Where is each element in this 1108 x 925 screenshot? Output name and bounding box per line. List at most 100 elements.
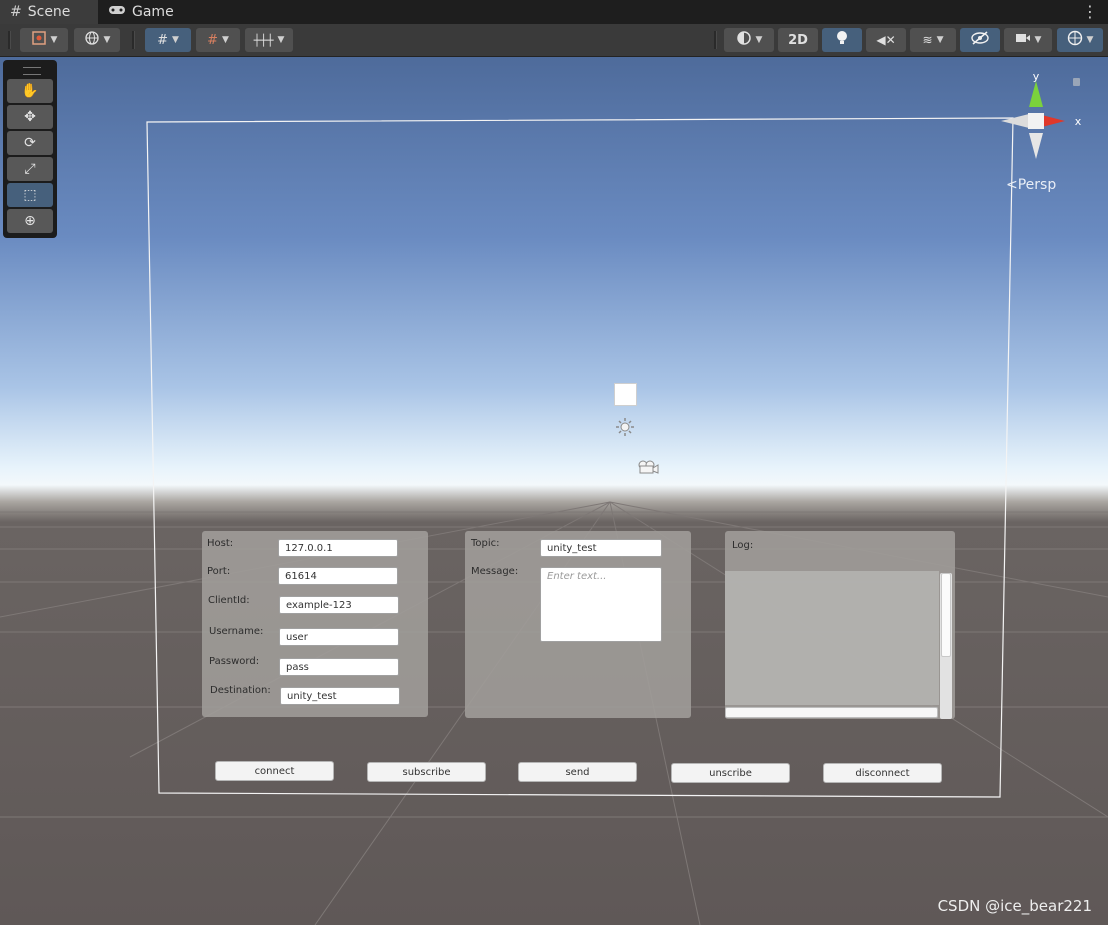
- audio-toggle[interactable]: ◀✕: [866, 28, 906, 52]
- shading-mode-dropdown[interactable]: ▼: [724, 28, 774, 52]
- tab-game-label: Game: [132, 4, 174, 20]
- scene-viewport[interactable]: Host: 127.0.0.1 Port: 61614 ClientId: ex…: [0, 57, 1108, 925]
- gizmos-dropdown[interactable]: ▼: [1057, 28, 1103, 52]
- draw-mode-icon: [31, 30, 47, 50]
- host-input[interactable]: 127.0.0.1: [278, 539, 398, 557]
- svg-text:x: x: [1075, 115, 1082, 128]
- camera-icon: [1015, 32, 1031, 48]
- scale-icon: ⤢: [24, 161, 36, 177]
- projection-toggle[interactable]: <Persp: [1006, 177, 1056, 193]
- more-options-icon[interactable]: ⋮: [1082, 2, 1098, 22]
- global-dropdown[interactable]: ▼: [74, 28, 120, 52]
- eye-slash-icon: [971, 31, 989, 49]
- hand-icon: ✋: [21, 83, 39, 99]
- message-textarea[interactable]: Enter text...: [540, 567, 662, 642]
- topic-input[interactable]: unity_test: [540, 539, 662, 557]
- audio-mute-icon: ◀✕: [876, 33, 896, 47]
- camera-dropdown[interactable]: ▼: [1004, 28, 1052, 52]
- lock-icon: [1073, 78, 1080, 86]
- hidden-objects-toggle[interactable]: [960, 28, 1000, 52]
- connection-panel: Host: 127.0.0.1 Port: 61614 ClientId: ex…: [202, 531, 428, 717]
- password-input[interactable]: pass: [279, 658, 399, 676]
- watermark: CSDN @ice_bear221: [937, 897, 1092, 915]
- rotate-tool-button[interactable]: ⟳: [7, 131, 53, 155]
- increment-snap-dropdown[interactable]: # ▼: [196, 28, 240, 52]
- toggle-2d-button[interactable]: 2D: [778, 28, 818, 52]
- sun-light-icon[interactable]: [616, 418, 634, 440]
- destination-label: Destination:: [210, 685, 271, 696]
- effects-dropdown[interactable]: ≋ ▼: [910, 28, 956, 52]
- chevron-down-icon: ▼: [171, 35, 179, 45]
- chevron-down-icon: ▼: [103, 35, 111, 45]
- overlay-drag-handle[interactable]: [23, 67, 41, 75]
- hand-tool-button[interactable]: ✋: [7, 79, 53, 103]
- transform-combined-icon: ⊕: [24, 213, 36, 229]
- transform-tool-button[interactable]: ⊕: [7, 209, 53, 233]
- camera-object-icon[interactable]: [636, 459, 660, 479]
- ruler-dropdown[interactable]: ┼┼┼ ▼: [245, 28, 293, 52]
- shading-sphere-icon: [736, 30, 752, 50]
- log-panel: Log:: [725, 531, 955, 719]
- gizmo-icon: [1067, 30, 1083, 50]
- chevron-down-icon: ▼: [936, 35, 944, 45]
- rect-transform-icon: ⬚: [23, 187, 37, 203]
- log-horizontal-scrollbar[interactable]: [725, 707, 938, 718]
- tab-scene-label: Scene: [27, 4, 71, 20]
- username-label: Username:: [209, 626, 264, 637]
- ruler-icon: ┼┼┼: [253, 33, 274, 47]
- log-scrollbar-handle[interactable]: [941, 573, 951, 657]
- grid-icon: #: [10, 4, 22, 20]
- toolbar-separator: [714, 31, 717, 49]
- effects-layers-icon: ≋: [922, 33, 933, 47]
- log-vertical-scrollbar[interactable]: [940, 573, 952, 719]
- password-label: Password:: [209, 656, 260, 667]
- message-label: Message:: [471, 566, 519, 577]
- move-arrows-icon: ✥: [24, 109, 36, 125]
- canvas-frame: [146, 117, 1014, 798]
- port-input[interactable]: 61614: [278, 567, 398, 585]
- log-label: Log:: [732, 540, 754, 551]
- tab-bar: # Scene Game ⋮: [0, 0, 1108, 24]
- subscribe-button[interactable]: subscribe: [367, 762, 486, 782]
- destination-input[interactable]: unity_test: [280, 687, 400, 705]
- chevron-left-icon: <: [1006, 177, 1018, 193]
- globe-icon: [84, 30, 100, 50]
- topic-label: Topic:: [471, 538, 500, 549]
- send-button[interactable]: send: [518, 762, 637, 782]
- toolbar-separator: [8, 31, 11, 49]
- lightbulb-icon: [836, 30, 848, 50]
- chevron-down-icon: ▼: [755, 35, 763, 45]
- client-id-input[interactable]: example-123: [279, 596, 399, 614]
- scene-toolbar: ▼ ▼ # ▼ # ▼ ┼┼┼ ▼ ▼ 2D ◀✕ ≋ ▼ ▼ ▼: [0, 24, 1108, 57]
- chevron-down-icon: ▼: [1086, 35, 1094, 45]
- grid-snap-icon: #: [157, 32, 168, 48]
- orientation-gizmo[interactable]: y x: [995, 70, 1085, 190]
- unsubscribe-button[interactable]: unscribe: [671, 763, 790, 783]
- toolbar-separator: [132, 31, 135, 49]
- transform-tools-overlay: ✋ ✥ ⟳ ⤢ ⬚ ⊕: [3, 60, 57, 238]
- chevron-down-icon: ▼: [221, 35, 229, 45]
- gamepad-icon: [108, 4, 126, 20]
- game-object-cube-icon[interactable]: [614, 383, 637, 406]
- client-id-label: ClientId:: [208, 595, 250, 606]
- svg-text:y: y: [1033, 70, 1040, 83]
- tab-game[interactable]: Game: [98, 0, 184, 24]
- rect-tool-button[interactable]: ⬚: [7, 183, 53, 207]
- projection-label: Persp: [1017, 177, 1057, 193]
- tab-scene[interactable]: # Scene: [0, 0, 98, 24]
- lighting-toggle[interactable]: [822, 28, 862, 52]
- grid-snap-dropdown[interactable]: # ▼: [145, 28, 191, 52]
- host-label: Host:: [207, 538, 234, 549]
- username-input[interactable]: user: [279, 628, 399, 646]
- snap-increment-icon: #: [207, 32, 218, 48]
- message-panel: Topic: unity_test Message: Enter text...: [465, 531, 691, 718]
- chevron-down-icon: ▼: [277, 35, 285, 45]
- move-tool-button[interactable]: ✥: [7, 105, 53, 129]
- port-label: Port:: [207, 566, 231, 577]
- chevron-down-icon: ▼: [1034, 35, 1042, 45]
- draw-mode-dropdown[interactable]: ▼: [20, 28, 68, 52]
- disconnect-button[interactable]: disconnect: [823, 763, 942, 783]
- connect-button[interactable]: connect: [215, 761, 334, 781]
- log-output-area[interactable]: [725, 571, 939, 705]
- scale-tool-button[interactable]: ⤢: [7, 157, 53, 181]
